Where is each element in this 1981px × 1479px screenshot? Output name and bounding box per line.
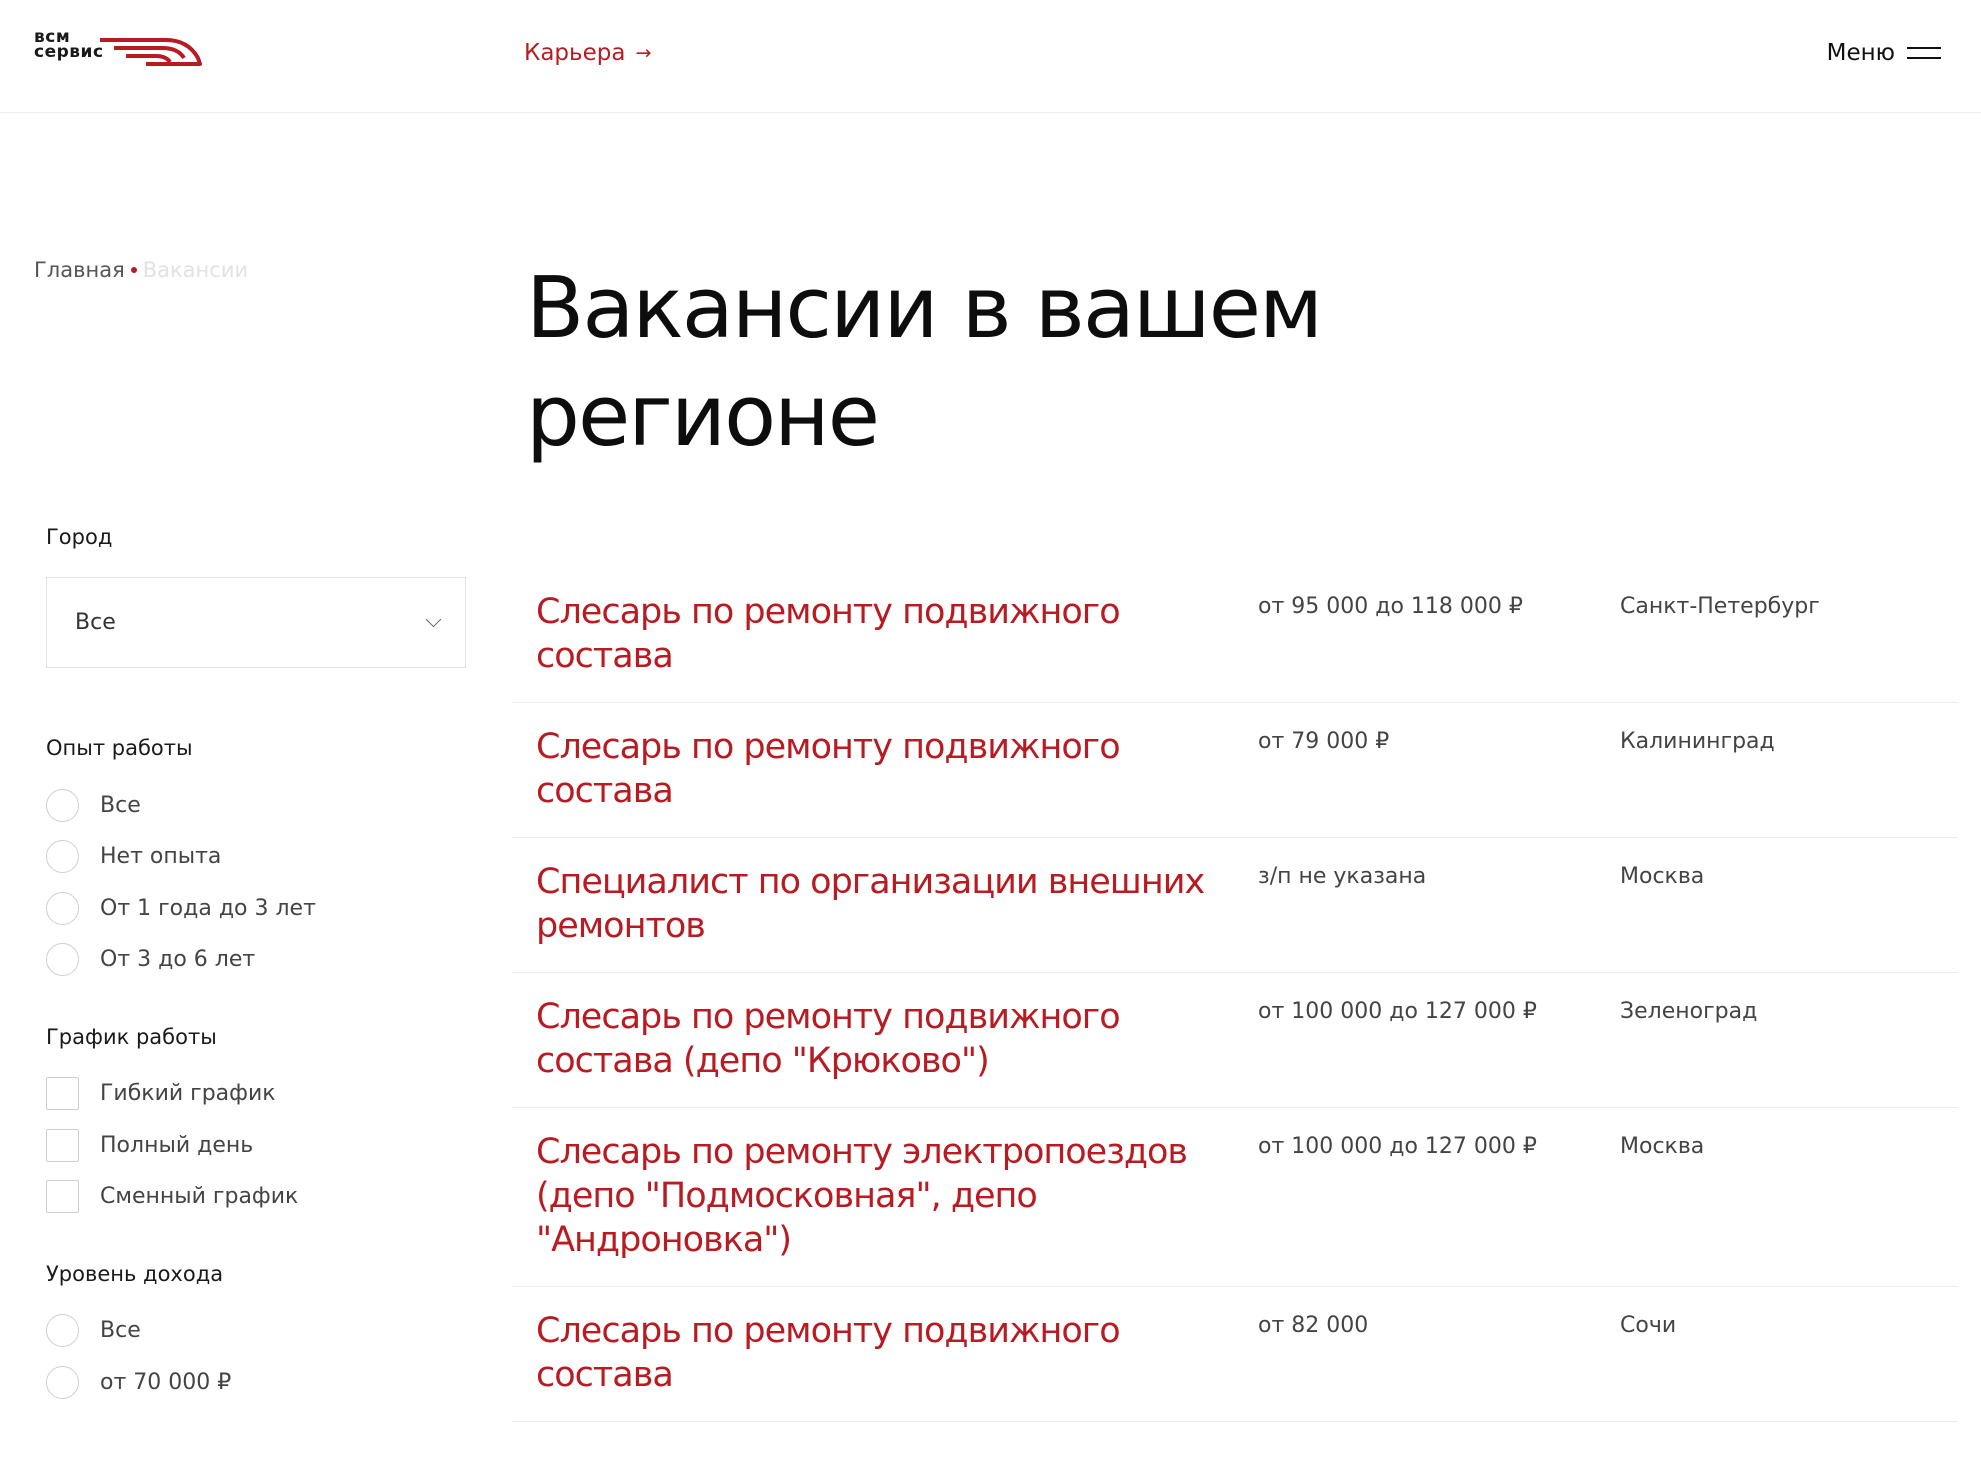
vacancy-city: Зеленоград — [1620, 999, 1758, 1024]
schedule-option[interactable]: Сменный график — [46, 1180, 466, 1214]
menu-label: Меню — [1826, 40, 1895, 66]
breadcrumb-separator-icon — [130, 267, 137, 273]
vacancy-row[interactable]: Специалист по организации внешних ремонт… — [512, 838, 1958, 973]
vacancy-title[interactable]: Слесарь по ремонту подвижного состава — [536, 590, 1236, 678]
city-filter: Город Все — [46, 525, 466, 668]
radio-button[interactable] — [46, 1314, 79, 1347]
vacancy-row[interactable]: Слесарь по ремонту подвижного состава от… — [512, 1287, 1958, 1422]
vacancy-title[interactable]: Слесарь по ремонту подвижного состава — [536, 1309, 1236, 1397]
vacancy-salary: з/п не указана — [1258, 864, 1427, 889]
vacancy-title[interactable]: Слесарь по ремонту электропоездов (депо … — [536, 1130, 1236, 1262]
checkbox[interactable] — [46, 1128, 79, 1162]
vacancy-salary: от 82 000 — [1258, 1313, 1369, 1338]
breadcrumb: Главная Вакансии — [34, 258, 248, 282]
radio-button[interactable] — [46, 840, 79, 873]
radio-button[interactable] — [46, 891, 79, 925]
vacancy-city: Калининград — [1620, 729, 1775, 754]
logo[interactable]: всм сервис — [34, 27, 202, 70]
radio-button[interactable] — [46, 943, 79, 976]
hamburger-icon — [1907, 46, 1941, 60]
vacancy-salary: от 95 000 до 118 000 ₽ — [1258, 594, 1523, 619]
menu-button[interactable]: Меню — [1827, 40, 1941, 66]
chevron-down-icon — [425, 611, 442, 628]
page-title: Вакансии в вашем регионе — [526, 259, 1323, 466]
income-filter-title: Уровень дохода — [46, 1261, 224, 1286]
schedule-filter-title: График работы — [46, 1024, 217, 1049]
career-link-label: Карьера — [524, 40, 626, 66]
income-filter: Уровень дохода Все от 70 000 ₽ — [46, 1262, 466, 1400]
vacancy-title[interactable]: Слесарь по ремонту подвижного состава (д… — [536, 995, 1236, 1083]
vacancy-city: Санкт-Петербург — [1620, 594, 1820, 619]
city-select-value: Все — [75, 610, 116, 635]
train-logo-icon — [100, 38, 202, 66]
city-select[interactable]: Все — [46, 577, 466, 668]
vacancy-row[interactable]: Слесарь по ремонту подвижного состава (д… — [512, 973, 1958, 1108]
career-link[interactable]: Карьера → — [524, 40, 651, 66]
vacancy-salary: от 79 000 ₽ — [1258, 729, 1390, 754]
site-header: всм сервис Карьера → Меню — [0, 0, 1981, 113]
radio-button[interactable] — [46, 788, 79, 822]
arrow-right-icon: → — [635, 42, 652, 64]
checkbox[interactable] — [46, 1180, 79, 1213]
breadcrumb-current: Вакансии — [142, 258, 249, 282]
vacancy-title[interactable]: Специалист по организации внешних ремонт… — [536, 860, 1236, 948]
vacancy-city: Москва — [1620, 864, 1705, 889]
vacancy-list: Слесарь по ремонту подвижного состава от… — [512, 568, 1958, 1422]
experience-filter-title: Опыт работы — [46, 736, 193, 760]
checkbox[interactable] — [46, 1077, 79, 1110]
income-option[interactable]: Все — [46, 1314, 466, 1348]
breadcrumb-home[interactable]: Главная — [34, 258, 125, 282]
vacancy-salary: от 100 000 до 127 000 ₽ — [1258, 1134, 1537, 1159]
experience-filter: Опыт работы Все Нет опыта От 1 года до 3… — [46, 736, 466, 977]
schedule-filter: График работы Гибкий график Полный день … — [46, 1025, 466, 1214]
experience-option[interactable]: От 3 до 6 лет — [46, 943, 466, 977]
vacancy-row[interactable]: Слесарь по ремонту подвижного состава от… — [512, 703, 1958, 838]
vacancy-salary: от 100 000 до 127 000 ₽ — [1258, 999, 1537, 1024]
vacancy-title[interactable]: Слесарь по ремонту подвижного состава — [536, 725, 1236, 813]
experience-option[interactable]: Все — [46, 788, 466, 822]
income-option[interactable]: от 70 000 ₽ — [46, 1365, 466, 1399]
logo-text: всм сервис — [34, 27, 104, 62]
vacancy-city: Москва — [1620, 1134, 1705, 1159]
vacancy-row[interactable]: Слесарь по ремонту подвижного состава от… — [512, 568, 1958, 703]
vacancy-city: Сочи — [1620, 1313, 1677, 1338]
schedule-option[interactable]: Полный день — [46, 1128, 466, 1162]
experience-option[interactable]: От 1 года до 3 лет — [46, 891, 466, 925]
experience-option[interactable]: Нет опыта — [46, 840, 466, 874]
vacancy-row[interactable]: Слесарь по ремонту электропоездов (депо … — [512, 1108, 1958, 1287]
schedule-option[interactable]: Гибкий график — [46, 1077, 466, 1111]
radio-button[interactable] — [46, 1365, 79, 1399]
city-filter-title: Город — [46, 525, 113, 549]
filters-panel: Город Все Опыт работы Все Нет опыта От 1… — [46, 525, 466, 1447]
